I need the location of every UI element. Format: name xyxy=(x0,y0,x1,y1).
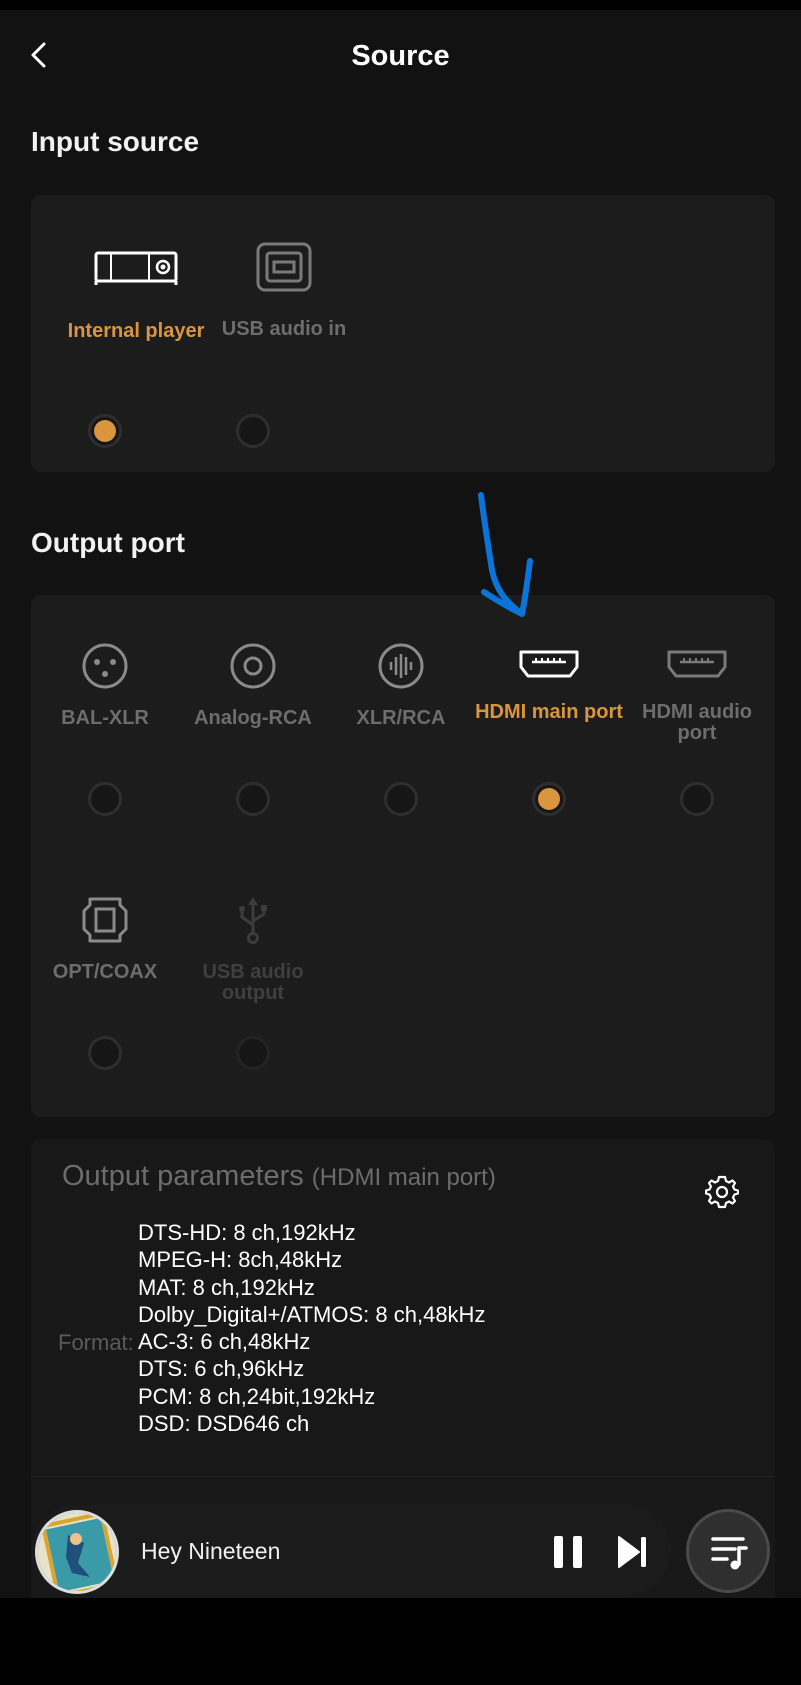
divider xyxy=(31,1476,775,1477)
playlist-icon xyxy=(711,1537,748,1570)
internal-player-label: Internal player xyxy=(67,320,205,342)
xlr-rca-radio[interactable] xyxy=(384,782,418,816)
output-option-hdmi-main-port[interactable]: HDMI main port xyxy=(475,649,623,723)
album-art[interactable] xyxy=(35,1510,119,1594)
usb-icon xyxy=(239,897,267,944)
pause-icon[interactable] xyxy=(552,1534,584,1570)
internal-player-radio[interactable] xyxy=(88,414,122,448)
usb-audio-output-radio xyxy=(236,1036,270,1070)
gear-icon[interactable] xyxy=(705,1175,739,1209)
format-item: Dolby_Digital+/ATMOS: 8 ch,48kHz xyxy=(138,1301,486,1327)
system-nav-area xyxy=(0,1598,801,1685)
opt-coax-radio[interactable] xyxy=(88,1036,122,1070)
format-item: MAT: 8 ch,192kHz xyxy=(138,1274,315,1300)
usb-audio-in-label: USB audio in xyxy=(221,318,347,340)
analog-rca-radio[interactable] xyxy=(236,782,270,816)
usb-b-port-icon xyxy=(256,242,312,292)
skip-next-icon[interactable] xyxy=(617,1534,649,1570)
output-option-hdmi-audio-port[interactable]: HDMI audio port xyxy=(623,649,771,744)
hdmi-audio-port-label: HDMI audio port xyxy=(642,701,752,744)
input-option-usb-audio-in[interactable]: USB audio in xyxy=(210,240,358,340)
format-item: PCM: 8 ch,24bit,192kHz xyxy=(138,1383,376,1409)
rca-connector-icon xyxy=(230,643,276,689)
format-list: DTS-HD: 8 ch,192kHz MPEG-H: 8ch,48kHz MA… xyxy=(138,1219,485,1437)
input-option-internal-player[interactable]: Internal player xyxy=(62,247,210,342)
xlr-rca-waveform-icon xyxy=(378,643,424,689)
input-source-card: Internal player USB audio in xyxy=(31,195,775,472)
output-parameters-title: Output parameters (HDMI main port) xyxy=(62,1160,496,1193)
hdmi-main-port-label: HDMI main port xyxy=(475,701,623,723)
page-title: Source xyxy=(351,40,450,72)
output-port-card: BAL-XLR Analog-RCA XLR/RCA HDMI main por… xyxy=(31,595,775,1117)
output-option-opt-coax[interactable]: OPT/COAX xyxy=(31,895,179,983)
song-title: Hey Nineteen xyxy=(141,1538,281,1564)
format-label: Format: xyxy=(58,1330,134,1355)
queue-button[interactable] xyxy=(686,1509,770,1593)
output-parameters-subtitle: (HDMI main port) xyxy=(311,1164,496,1191)
hdmi-port-icon xyxy=(519,650,579,678)
format-item: MPEG-H: 8ch,48kHz xyxy=(138,1247,343,1273)
xlr-rca-label: XLR/RCA xyxy=(356,707,446,729)
hdmi-port-icon xyxy=(667,650,727,678)
input-source-title: Input source xyxy=(31,126,200,157)
hdmi-audio-port-radio[interactable] xyxy=(680,782,714,816)
internal-player-icon xyxy=(94,251,178,285)
format-item: AC-3: 6 ch,48kHz xyxy=(138,1329,311,1355)
xlr-connector-icon xyxy=(82,643,128,689)
bal-xlr-label: BAL-XLR xyxy=(61,707,149,729)
output-option-analog-rca[interactable]: Analog-RCA xyxy=(179,641,327,729)
format-item: DSD: DSD646 ch xyxy=(138,1411,310,1437)
analog-rca-label: Analog-RCA xyxy=(194,707,312,729)
hdmi-main-port-radio[interactable] xyxy=(532,782,566,816)
output-parameters-heading: Output parameters xyxy=(62,1160,304,1192)
bal-xlr-radio[interactable] xyxy=(88,782,122,816)
blue-hand-drawn-arrow-icon xyxy=(478,492,533,617)
source-screen: Source Input source Internal player USB … xyxy=(0,10,801,1598)
output-option-usb-audio-output: USB audio output xyxy=(179,895,327,1004)
top-bar: Source xyxy=(0,10,801,106)
output-option-bal-xlr[interactable]: BAL-XLR xyxy=(31,641,179,729)
output-option-xlr-rca[interactable]: XLR/RCA xyxy=(327,641,475,729)
format-item: DTS-HD: 8 ch,192kHz xyxy=(138,1220,356,1245)
usb-audio-in-radio[interactable] xyxy=(236,414,270,448)
opt-coax-label: OPT/COAX xyxy=(52,961,158,983)
format-item: DTS: 6 ch,96kHz xyxy=(138,1356,305,1382)
usb-audio-output-label: USB audio output xyxy=(202,961,304,1004)
optical-connector-icon xyxy=(82,897,128,943)
output-port-title: Output port xyxy=(31,527,185,558)
